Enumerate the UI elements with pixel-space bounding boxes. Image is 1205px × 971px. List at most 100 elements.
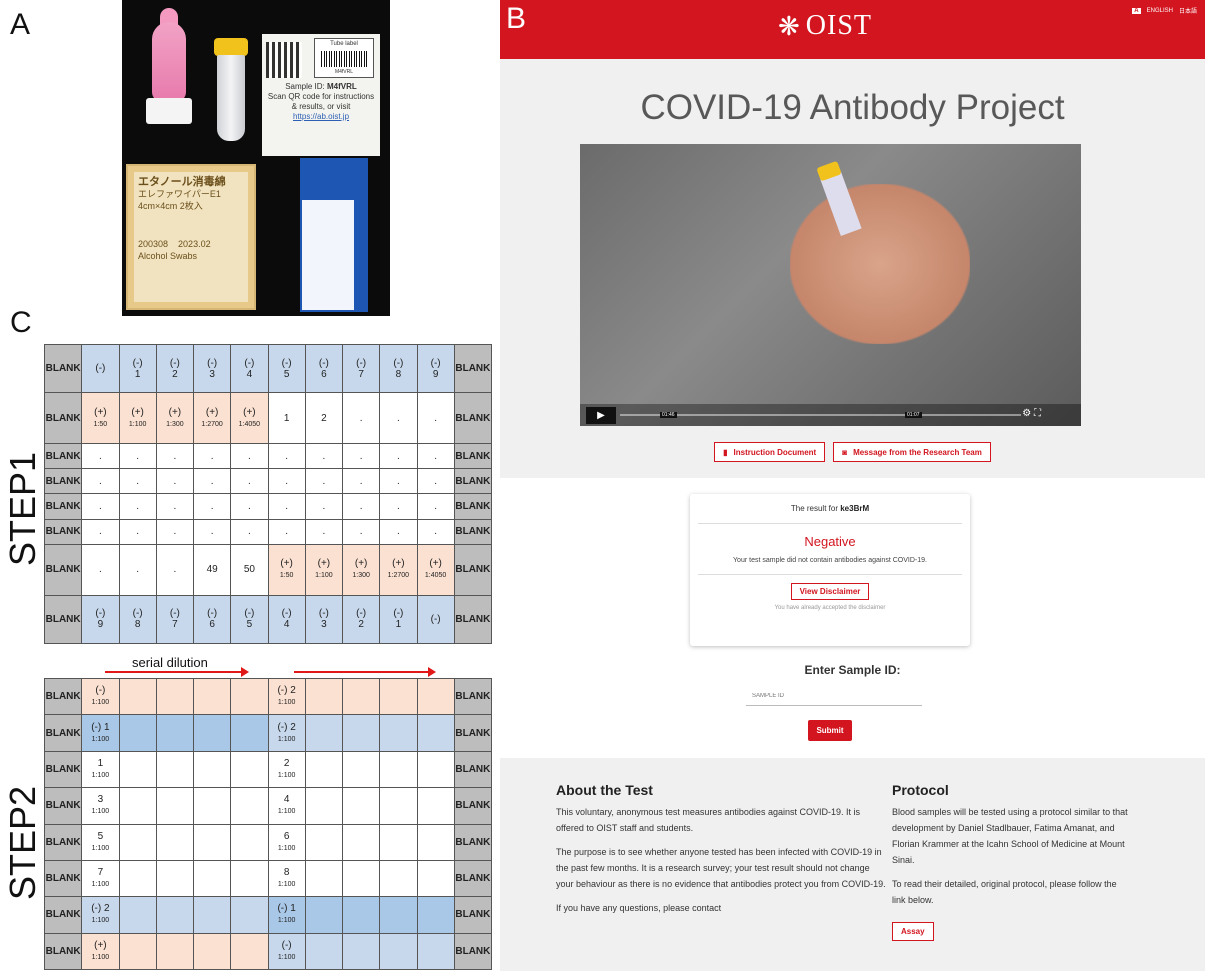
plate-well: . [267, 518, 306, 546]
plate-well: . [118, 442, 157, 470]
assay-button[interactable]: Assay [892, 922, 934, 941]
plate-well [118, 859, 157, 898]
text-size-button[interactable]: A [1132, 7, 1141, 14]
blank-well: BLANK [453, 896, 493, 934]
plate-well: (+) 1:4050 [416, 544, 455, 596]
blank-well: BLANK [43, 823, 83, 861]
plate-well: (-) 7 [341, 343, 381, 394]
plate-well: . [341, 493, 381, 520]
about-title: About the Test [556, 782, 653, 798]
plate-row: BLANK.......... BLANK [43, 493, 493, 520]
plate-well: . [416, 493, 455, 520]
plate-well: . [81, 493, 120, 520]
serial-dilution-label: serial dilution [132, 655, 208, 670]
plate-well [192, 714, 232, 752]
gear-icon[interactable]: ⚙ [1022, 408, 1031, 419]
plate-well: . [230, 518, 269, 546]
lancet-base [146, 98, 192, 124]
sample-id-input[interactable] [746, 686, 922, 706]
about-paragraph-3: If you have any questions, please contac… [556, 903, 722, 913]
blank-well: BLANK [43, 493, 83, 520]
plate-well: 4 1:100 [267, 787, 306, 825]
plate-well: . [304, 442, 344, 470]
lang-japanese[interactable]: 日本語 [1179, 6, 1197, 15]
step2-label: STEP2 [2, 785, 43, 900]
plate-well: (-) 1 1:100 [267, 896, 306, 934]
video-controls: ▶ 01:46 01:07 ⚙ ⛶ [580, 404, 1081, 426]
play-button[interactable]: ▶ [586, 407, 616, 424]
plate-well: 1 1:100 [81, 750, 120, 789]
blank-well: BLANK [453, 493, 493, 520]
plate-row: BLANK... 49 50 (+) 1:50 (+) 1:100 (+) 1:300 (+) 1:… [43, 544, 493, 596]
plate-well: (-) 7 [155, 594, 195, 645]
view-disclaimer-button[interactable]: View Disclaimer [790, 583, 870, 600]
plate-well [192, 823, 232, 861]
plate-well: . [230, 468, 269, 495]
plate-well: . [304, 468, 344, 495]
plate-row: BLANK.......... BLANK [43, 518, 493, 546]
oist-logo[interactable]: ❋ OIST [778, 10, 872, 42]
plate-well [341, 677, 381, 716]
plate-well [304, 859, 344, 898]
dilution-arrow-1 [105, 667, 249, 677]
plate-well: . [155, 468, 195, 495]
plate-well: . [230, 493, 269, 520]
plate-well [379, 750, 418, 789]
bandage [300, 158, 368, 312]
plate-well: . [118, 468, 157, 495]
plate-well [230, 932, 269, 971]
plate-well [416, 750, 455, 789]
result-id: ke3BrM [840, 504, 870, 513]
plate-row: BLANK 1 1:100 2 1:100 BLANK [43, 750, 493, 789]
plate-well [379, 859, 418, 898]
video-player[interactable]: ▶ 01:46 01:07 ⚙ ⛶ [580, 144, 1081, 426]
blank-well: BLANK [43, 442, 83, 470]
fullscreen-icon[interactable]: ⛶ [1034, 408, 1041, 419]
plate-well [155, 859, 195, 898]
blank-well: BLANK [43, 932, 83, 971]
tube-label: Tube label M4fVRL [314, 38, 374, 78]
instruction-document-label: Instruction Document [733, 447, 817, 457]
step2-plate: BLANK (-) 1:100 (-) 2 1:100 BLANK BLANK (-) 1 1:… [43, 677, 493, 971]
page-title: COVID-19 Antibody Project [640, 88, 1065, 127]
plate-well [192, 859, 232, 898]
plate-row: BLANK (-) 9 (-) 8 (-) 7 (-) 6 (-) 5 (-) 4 (-) 3 (-) 2 (-)… [43, 594, 493, 645]
wipe-title: エタノール消毒綿 [138, 176, 226, 188]
plate-well [230, 677, 269, 716]
plate-well [230, 859, 269, 898]
plate-well [416, 714, 455, 752]
plate-well: (-) 8 [118, 594, 157, 645]
plate-well [118, 896, 157, 934]
plate-well: (-) 9 [81, 594, 120, 645]
blank-well: BLANK [453, 787, 493, 825]
blank-well: BLANK [43, 594, 83, 645]
plate-row: BLANK (-) 2 1:100 (-) 1 1:100 BLANK [43, 896, 493, 934]
video-progress[interactable]: 01:46 01:07 [620, 412, 1021, 418]
blank-well: BLANK [453, 442, 493, 470]
plate-well: (-) [416, 594, 455, 645]
plate-well: (-) 1:100 [81, 677, 120, 716]
language-switcher: A ENGLISH 日本語 [1132, 6, 1197, 15]
plate-row: BLANK.......... BLANK [43, 442, 493, 470]
plate-well: (+) 1:100 [304, 544, 344, 596]
lancet [152, 22, 186, 102]
video-settings[interactable]: ⚙ ⛶ [1022, 408, 1041, 419]
message-button[interactable]: ◙ Message from the Research Team [833, 442, 991, 462]
sample-instructions: Scan QR code for instructions & results,… [267, 92, 375, 111]
plate-well [341, 859, 381, 898]
plate-well [230, 750, 269, 789]
step1-label: STEP1 [2, 451, 43, 566]
plate-well: . [155, 544, 195, 596]
plate-row: BLANK 5 1:100 6 1:100 BLANK [43, 823, 493, 861]
plate-well: (-) 5 [230, 594, 269, 645]
plate-well: (-) 1:100 [267, 932, 306, 971]
panel-letter-a: A [10, 8, 31, 41]
blank-well: BLANK [453, 343, 493, 394]
result-description: Your test sample did not contain antibod… [698, 557, 962, 575]
plate-well: . [416, 442, 455, 470]
plate-well: . [341, 392, 381, 444]
instruction-document-button[interactable]: ▮ Instruction Document [714, 442, 826, 462]
document-icon: ▮ [723, 447, 728, 457]
lang-english[interactable]: ENGLISH [1147, 8, 1173, 14]
submit-button[interactable]: Submit [808, 720, 852, 741]
